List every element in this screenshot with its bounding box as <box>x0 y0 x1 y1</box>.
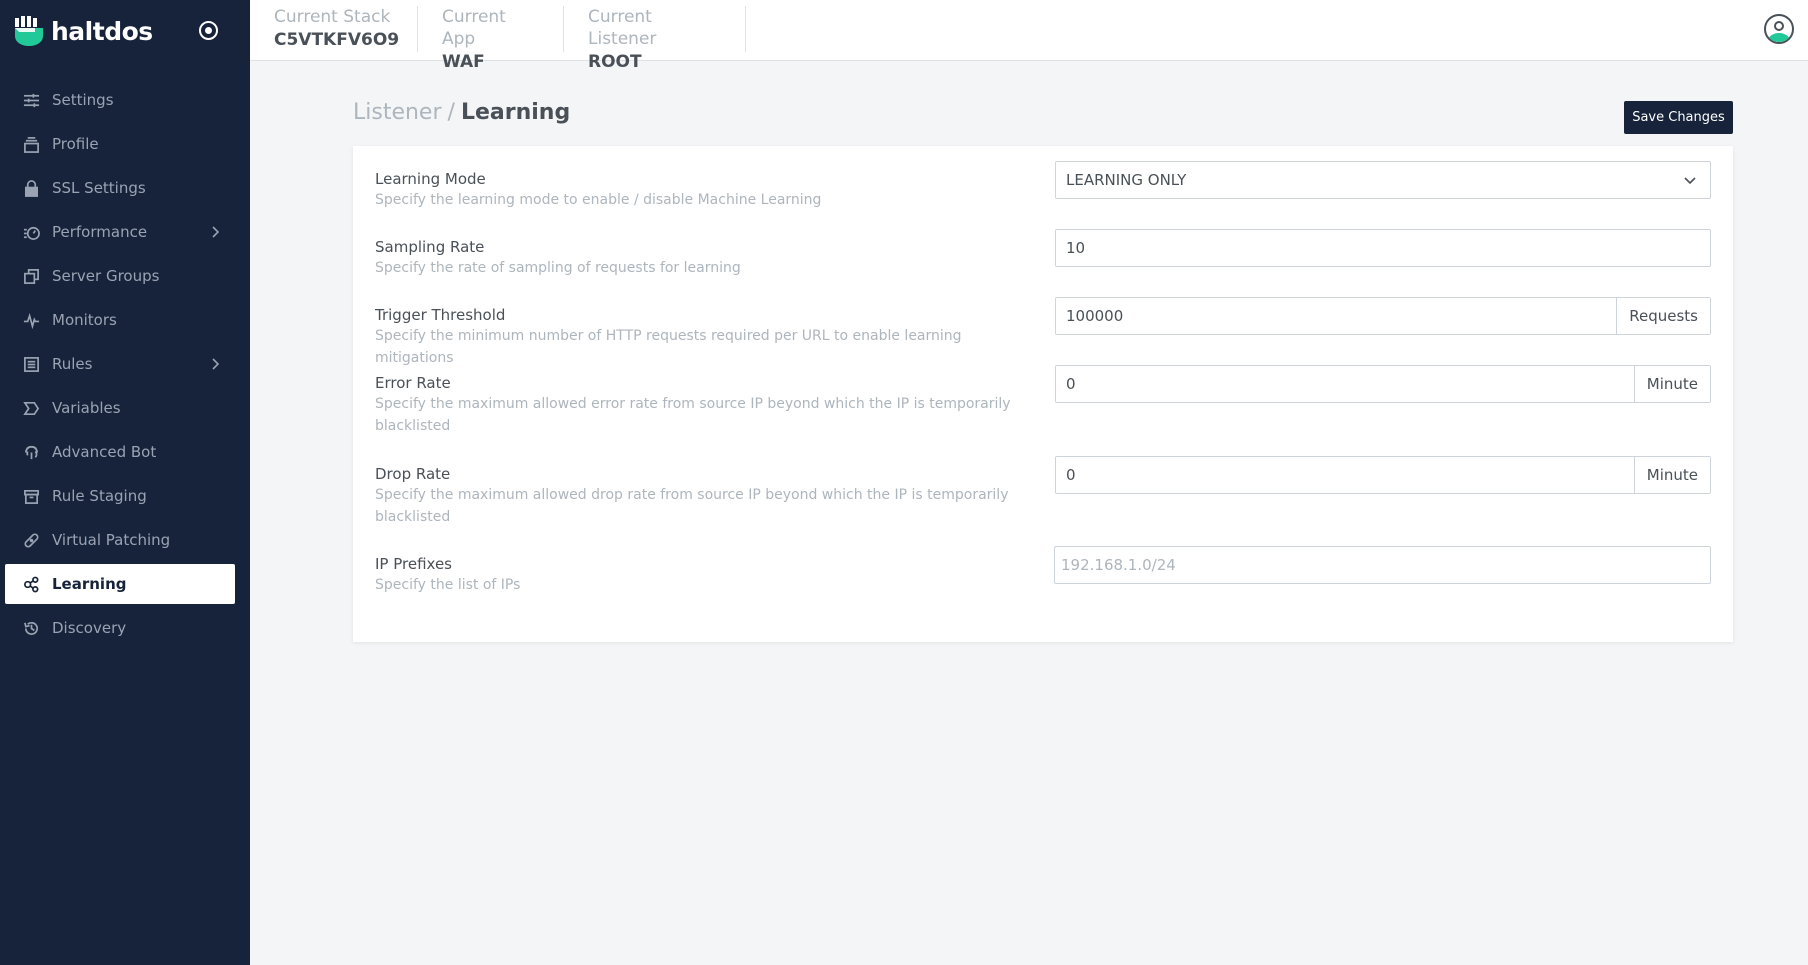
sidebar-item-rule-staging[interactable]: Rule Staging <box>5 476 235 516</box>
breadcrumb: Listener / Learning <box>353 100 570 125</box>
sidebar-item-label: Rule Staging <box>52 487 147 505</box>
sidebar-item-label: Profile <box>52 135 99 153</box>
trigger-threshold-unit: Requests <box>1616 298 1710 334</box>
learning-mode-select[interactable]: LEARNING ONLY <box>1055 161 1711 199</box>
current-listener-label: Current Listener <box>588 7 657 49</box>
sidebar-item-label: Monitors <box>52 311 117 329</box>
fingerprint-icon <box>21 442 41 462</box>
current-app-label: Current App <box>442 7 506 49</box>
sidebar-item-ssl-settings[interactable]: SSL Settings <box>5 168 235 208</box>
sidebar-item-variables[interactable]: Variables <box>5 388 235 428</box>
sidebar-item-advanced-bot[interactable]: Advanced Bot <box>5 432 235 472</box>
learning-form-card: Learning Mode Specify the learning mode … <box>353 146 1733 642</box>
drop-rate-unit: Minute <box>1633 457 1710 493</box>
sidebar-item-server-groups[interactable]: Server Groups <box>5 256 235 296</box>
sidebar-item-label: Discovery <box>52 619 127 637</box>
bandage-icon <box>21 530 41 550</box>
sidebar-nav: Settings Profile SSL Settings Performanc… <box>0 80 250 652</box>
brand: haltdos <box>0 0 250 62</box>
error-rate-desc: Specify the maximum allowed error rate f… <box>375 396 1011 434</box>
sidebar-item-learning[interactable]: Learning <box>5 564 235 604</box>
sidebar-item-label: Virtual Patching <box>52 531 171 549</box>
error-rate-input-wrap: Minute <box>1055 365 1711 403</box>
sidebar-item-label: Variables <box>52 399 121 417</box>
sampling-rate-field: Sampling Rate Specify the rate of sampli… <box>375 229 1715 279</box>
current-stack-label: Current Stack <box>274 7 391 27</box>
sidebar-item-label: Advanced Bot <box>52 443 157 461</box>
trigger-threshold-desc: Specify the minimum number of HTTP reque… <box>375 328 962 366</box>
stack-icon <box>21 134 41 154</box>
sidebar-item-performance[interactable]: Performance <box>5 212 235 252</box>
sidebar-item-label: Learning <box>52 575 127 593</box>
drop-rate-field: Drop Rate Specify the maximum allowed dr… <box>375 456 1715 528</box>
sidebar-item-settings[interactable]: Settings <box>5 80 235 120</box>
archive-icon <box>21 486 41 506</box>
trigger-threshold-field: Trigger Threshold Specify the minimum nu… <box>375 297 1715 369</box>
sampling-rate-input[interactable] <box>1056 230 1710 266</box>
sidebar-item-label: SSL Settings <box>52 179 146 197</box>
sidebar-item-label: Settings <box>52 91 114 109</box>
history-icon <box>21 618 41 638</box>
learning-mode-desc: Specify the learning mode to enable / di… <box>375 192 822 208</box>
user-avatar-icon[interactable] <box>1764 14 1794 44</box>
speedometer-icon <box>21 222 41 242</box>
ip-prefixes-input[interactable] <box>1055 547 1710 583</box>
sidebar-item-monitors[interactable]: Monitors <box>5 300 235 340</box>
error-rate-field: Error Rate Specify the maximum allowed e… <box>375 365 1715 437</box>
sidebar-item-label: Rules <box>52 355 93 373</box>
target-icon[interactable] <box>199 21 218 40</box>
sidebar-item-profile[interactable]: Profile <box>5 124 235 164</box>
current-listener-value: ROOT <box>588 52 642 72</box>
sidebar-item-rules[interactable]: Rules <box>5 344 235 384</box>
error-rate-unit: Minute <box>1633 366 1710 402</box>
breadcrumb-parent[interactable]: Listener <box>353 100 442 125</box>
sidebar-item-label: Performance <box>52 223 148 241</box>
trigger-threshold-input-wrap: Requests <box>1055 297 1711 335</box>
lock-icon <box>21 178 41 198</box>
learning-mode-field: Learning Mode Specify the learning mode … <box>375 161 1715 211</box>
top-bar: Current Stack C5VTKFV6O9 Current App WAF… <box>250 0 1808 72</box>
current-stack-value: C5VTKFV6O9 <box>274 30 400 50</box>
ip-prefixes-input-wrap <box>1054 546 1711 584</box>
tag-icon <box>21 398 41 418</box>
trigger-threshold-input[interactable] <box>1056 298 1617 334</box>
current-app[interactable]: Current App WAF <box>418 6 564 72</box>
sidebar: haltdos Settings Profile SSL Settings Pe… <box>0 0 250 965</box>
sampling-rate-input-wrap <box>1055 229 1711 267</box>
list-icon <box>21 354 41 374</box>
chevron-down-icon <box>1682 172 1698 188</box>
sidebar-item-discovery[interactable]: Discovery <box>5 608 235 648</box>
sampling-rate-desc: Specify the rate of sampling of requests… <box>375 260 741 276</box>
current-listener[interactable]: Current Listener ROOT <box>564 6 746 72</box>
server-group-icon <box>21 266 41 286</box>
brand-name: haltdos <box>51 16 153 46</box>
error-rate-input[interactable] <box>1056 366 1634 402</box>
avatar-body <box>1768 33 1790 42</box>
page-title: Learning <box>460 100 571 125</box>
breadcrumb-separator: / <box>447 100 455 125</box>
avatar-head <box>1774 21 1784 31</box>
ip-prefixes-desc: Specify the list of IPs <box>375 577 521 593</box>
sidebar-item-label: Server Groups <box>52 267 160 285</box>
chevron-right-icon <box>207 356 223 372</box>
drop-rate-input[interactable] <box>1056 457 1634 493</box>
chevron-right-icon <box>207 224 223 240</box>
sidebar-item-virtual-patching[interactable]: Virtual Patching <box>5 520 235 560</box>
save-changes-button[interactable]: Save Changes <box>1624 101 1733 134</box>
current-app-value: WAF <box>442 52 485 72</box>
drop-rate-input-wrap: Minute <box>1055 456 1711 494</box>
drop-rate-desc: Specify the maximum allowed drop rate fr… <box>375 487 1009 525</box>
sliders-icon <box>21 90 41 110</box>
learning-mode-value: LEARNING ONLY <box>1066 171 1187 189</box>
network-icon <box>21 574 41 594</box>
current-stack[interactable]: Current Stack C5VTKFV6O9 <box>250 6 418 52</box>
pulse-icon <box>21 310 41 330</box>
ip-prefixes-field: IP Prefixes Specify the list of IPs <box>375 546 1715 596</box>
haltdos-logo-icon <box>15 16 43 46</box>
